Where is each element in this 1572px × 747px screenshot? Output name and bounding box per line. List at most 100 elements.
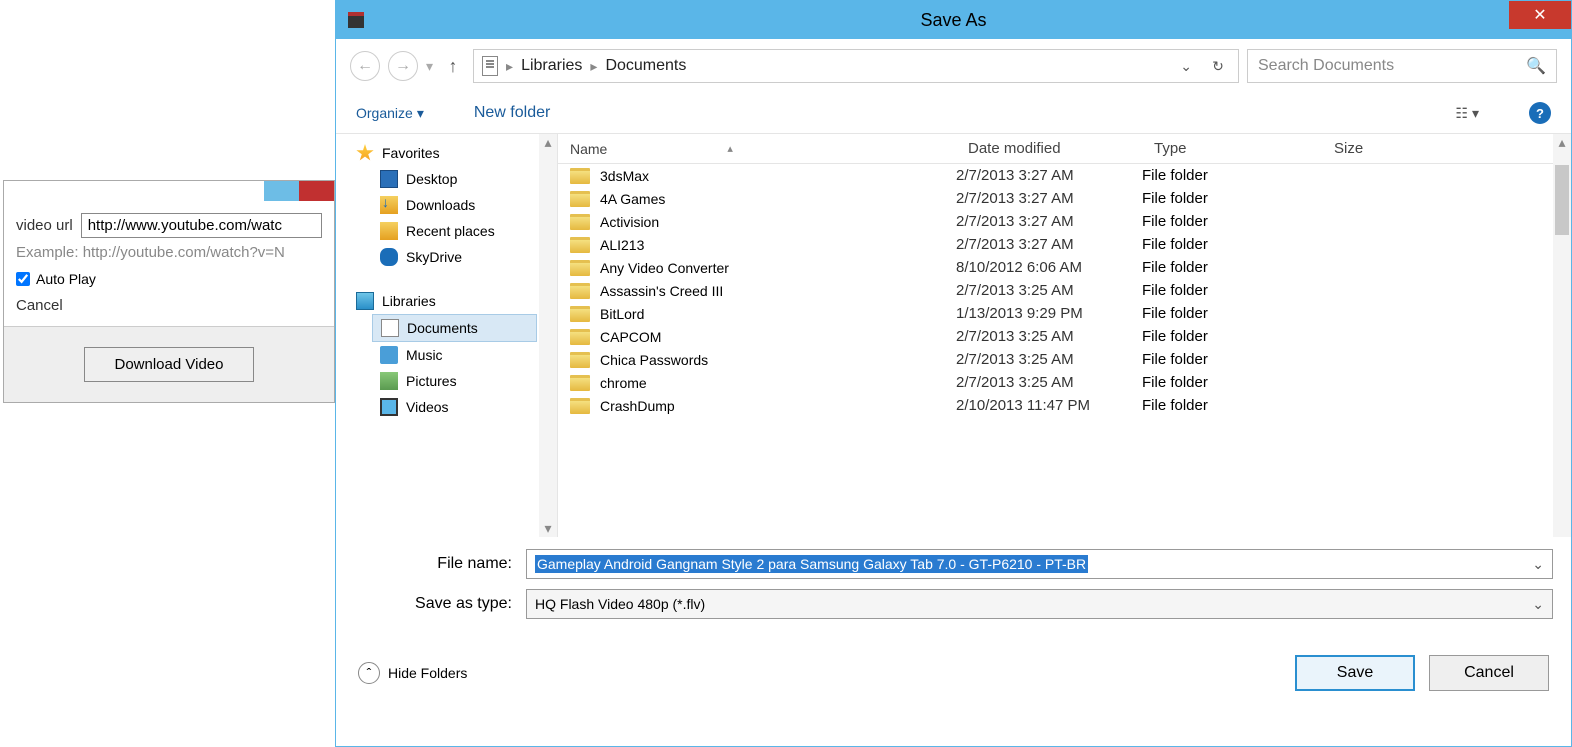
file-date: 2/7/2013 3:25 AM bbox=[956, 374, 1142, 391]
sidebar-libraries[interactable]: Libraries bbox=[336, 288, 557, 314]
breadcrumb-documents[interactable]: Documents bbox=[605, 57, 686, 75]
chevron-down-icon: ▾ bbox=[417, 105, 424, 122]
folder-icon bbox=[570, 375, 590, 391]
file-row[interactable]: BitLord1/13/2013 9:29 PMFile folder bbox=[558, 302, 1571, 325]
file-type: File folder bbox=[1142, 282, 1322, 299]
file-scrollbar[interactable]: ▴ bbox=[1553, 134, 1571, 537]
search-input[interactable]: Search Documents 🔍 bbox=[1247, 49, 1557, 83]
dropdown-icon[interactable]: ⌄ bbox=[1532, 556, 1544, 573]
sidebar-item-documents[interactable]: Documents bbox=[372, 314, 537, 342]
file-date: 2/7/2013 3:25 AM bbox=[956, 351, 1142, 368]
file-name: ALI213 bbox=[600, 237, 644, 253]
col-type[interactable]: Type bbox=[1142, 140, 1322, 157]
save-as-dialog: Save As ✕ ← → ▾ ↑ ▸ Libraries ▸ Document… bbox=[335, 0, 1572, 747]
col-date[interactable]: Date modified bbox=[956, 140, 1142, 157]
download-video-button[interactable]: Download Video bbox=[84, 347, 255, 382]
file-name-label: File name: bbox=[354, 555, 526, 573]
refresh-button[interactable]: ↻ bbox=[1206, 58, 1230, 75]
file-row[interactable]: 3dsMax2/7/2013 3:27 AMFile folder bbox=[558, 164, 1571, 187]
sidebar-favorites[interactable]: Favorites bbox=[336, 140, 557, 166]
cancel-button[interactable]: Cancel bbox=[1429, 655, 1549, 691]
app-icon bbox=[348, 12, 364, 28]
file-type: File folder bbox=[1142, 374, 1322, 391]
file-list-area: Name▴ Date modified Type Size 3dsMax2/7/… bbox=[558, 134, 1571, 537]
sidebar-item-videos[interactable]: Videos bbox=[336, 394, 557, 420]
sidebar: Favorites Desktop Downloads Recent place… bbox=[336, 134, 558, 537]
file-name: Assassin's Creed III bbox=[600, 283, 723, 299]
folder-icon bbox=[570, 214, 590, 230]
col-name[interactable]: Name▴ bbox=[558, 140, 956, 157]
document-icon bbox=[381, 319, 399, 337]
help-button[interactable]: ? bbox=[1529, 102, 1551, 124]
organize-button[interactable]: Organize ▾ bbox=[356, 105, 424, 122]
toolbar: Organize ▾ New folder ☷ ▾ ? bbox=[336, 93, 1571, 133]
file-row[interactable]: Chica Passwords2/7/2013 3:25 AMFile fold… bbox=[558, 348, 1571, 371]
file-name: 4A Games bbox=[600, 191, 665, 207]
file-type: File folder bbox=[1142, 167, 1322, 184]
background-app-window: video url Example: http://youtube.com/wa… bbox=[3, 180, 335, 403]
col-size[interactable]: Size bbox=[1322, 140, 1571, 157]
autoplay-input[interactable] bbox=[16, 272, 30, 286]
back-button[interactable]: ← bbox=[350, 51, 380, 81]
breadcrumb-libraries[interactable]: Libraries bbox=[521, 57, 582, 75]
scrollbar-thumb[interactable] bbox=[1555, 165, 1569, 235]
file-row[interactable]: 4A Games2/7/2013 3:27 AMFile folder bbox=[558, 187, 1571, 210]
new-folder-button[interactable]: New folder bbox=[474, 104, 550, 122]
sidebar-item-desktop[interactable]: Desktop bbox=[336, 166, 557, 192]
document-icon bbox=[482, 56, 498, 76]
pictures-icon bbox=[380, 372, 398, 390]
bg-title-close[interactable] bbox=[299, 181, 334, 201]
main-area: Favorites Desktop Downloads Recent place… bbox=[336, 133, 1571, 537]
folder-icon bbox=[570, 237, 590, 253]
file-row[interactable]: chrome2/7/2013 3:25 AMFile folder bbox=[558, 371, 1571, 394]
address-bar[interactable]: ▸ Libraries ▸ Documents ⌄ ↻ bbox=[473, 49, 1239, 83]
save-type-label: Save as type: bbox=[354, 595, 526, 613]
sidebar-item-music[interactable]: Music bbox=[336, 342, 557, 368]
chevron-right-icon: ▸ bbox=[506, 58, 513, 75]
file-name: Any Video Converter bbox=[600, 260, 729, 276]
address-dropdown-icon[interactable]: ⌄ bbox=[1174, 58, 1198, 75]
file-name: Chica Passwords bbox=[600, 352, 708, 368]
save-type-value: HQ Flash Video 480p (*.flv) bbox=[535, 596, 705, 612]
bg-cancel-link[interactable]: Cancel bbox=[16, 297, 322, 314]
folder-icon bbox=[570, 352, 590, 368]
downloads-icon bbox=[380, 196, 398, 214]
file-row[interactable]: CAPCOM2/7/2013 3:25 AMFile folder bbox=[558, 325, 1571, 348]
bg-titlebar bbox=[4, 181, 334, 201]
sidebar-item-skydrive[interactable]: SkyDrive bbox=[336, 244, 557, 270]
bottom-fields: File name: Gameplay Android Gangnam Styl… bbox=[336, 537, 1571, 635]
up-button[interactable]: ↑ bbox=[441, 54, 465, 78]
forward-button[interactable]: → bbox=[388, 51, 418, 81]
file-name-input[interactable]: Gameplay Android Gangnam Style 2 para Sa… bbox=[526, 549, 1553, 579]
file-date: 8/10/2012 6:06 AM bbox=[956, 259, 1142, 276]
close-button[interactable]: ✕ bbox=[1509, 1, 1571, 29]
chevron-up-icon: ˆ bbox=[358, 662, 380, 684]
file-row[interactable]: Activision2/7/2013 3:27 AMFile folder bbox=[558, 210, 1571, 233]
file-row[interactable]: ALI2132/7/2013 3:27 AMFile folder bbox=[558, 233, 1571, 256]
file-type: File folder bbox=[1142, 397, 1322, 414]
save-button[interactable]: Save bbox=[1295, 655, 1415, 691]
autoplay-checkbox[interactable]: Auto Play bbox=[16, 271, 322, 287]
cloud-icon bbox=[380, 248, 398, 266]
column-headers: Name▴ Date modified Type Size bbox=[558, 134, 1571, 164]
dropdown-icon[interactable]: ⌄ bbox=[1532, 596, 1544, 613]
file-row[interactable]: CrashDump2/10/2013 11:47 PMFile folder bbox=[558, 394, 1571, 417]
folder-icon bbox=[570, 260, 590, 276]
folder-icon bbox=[570, 398, 590, 414]
history-dropdown-icon[interactable]: ▾ bbox=[426, 58, 433, 75]
titlebar: Save As ✕ bbox=[336, 1, 1571, 39]
sidebar-item-recent[interactable]: Recent places bbox=[336, 218, 557, 244]
video-url-input[interactable] bbox=[81, 213, 322, 238]
file-row[interactable]: Any Video Converter8/10/2012 6:06 AMFile… bbox=[558, 256, 1571, 279]
dialog-title: Save As bbox=[920, 10, 986, 31]
hide-folders-button[interactable]: ˆ Hide Folders bbox=[358, 662, 467, 684]
file-date: 1/13/2013 9:29 PM bbox=[956, 305, 1142, 322]
file-row[interactable]: Assassin's Creed III2/7/2013 3:25 AMFile… bbox=[558, 279, 1571, 302]
save-type-select[interactable]: HQ Flash Video 480p (*.flv) ⌄ bbox=[526, 589, 1553, 619]
sidebar-scrollbar[interactable]: ▴▾ bbox=[539, 134, 557, 537]
sidebar-item-pictures[interactable]: Pictures bbox=[336, 368, 557, 394]
sidebar-item-downloads[interactable]: Downloads bbox=[336, 192, 557, 218]
view-options-button[interactable]: ☷ ▾ bbox=[1455, 105, 1479, 122]
file-date: 2/7/2013 3:27 AM bbox=[956, 190, 1142, 207]
video-url-label: video url bbox=[16, 217, 73, 234]
